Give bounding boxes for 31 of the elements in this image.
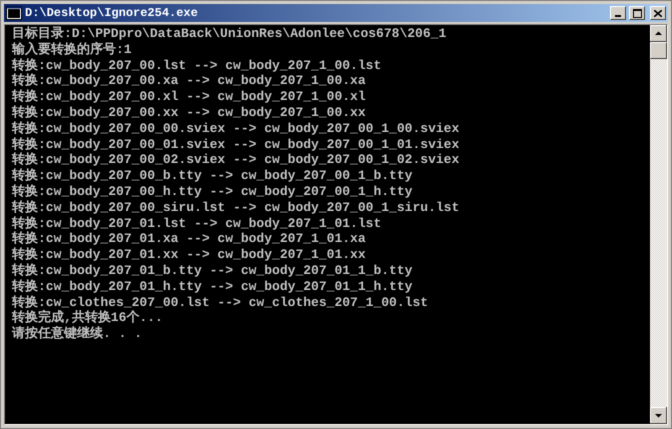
maximize-icon: [632, 8, 642, 18]
console-line: 转换:cw_body_207_01.xx --> cw_body_207_1_01.xx: [12, 247, 367, 263]
minimize-button[interactable]: [610, 6, 626, 20]
console-line: 转换完成,共转换16个...: [12, 310, 164, 326]
scroll-up-icon[interactable]: [650, 25, 667, 42]
console-line: 转换:cw_body_207_00.xa --> cw_body_207_1_00.xa: [12, 73, 367, 89]
console-line: 转换:cw_body_207_00_00.sviex --> cw_body_207_00_1_00.sviex: [12, 120, 460, 137]
console-line: 转换:cw_body_207_00_b.tty --> cw_body_207_00_1_b.tty: [12, 168, 414, 184]
maximize-button[interactable]: [629, 6, 645, 20]
console-line: 转换:cw_body_207_01.lst --> cw_body_207_1_01.lst: [12, 216, 382, 231]
console-line: 转换:cw_body_207_00.lst --> cw_body_207_1_00.lst: [12, 58, 382, 73]
console-line: 转换:cw_body_207_00.xl --> cw_body_207_1_00.xl: [12, 89, 367, 105]
window-title: D:\Desktop\Ignore254.exe: [25, 6, 199, 20]
console-line: 转换:cw_body_207_00_h.tty --> cw_body_207_00_1_h.tty: [12, 184, 414, 200]
console-line: 目标目录:D:\PPDpro\DataBack\UnionRes\Adonlee\cos678\206_1: [12, 26, 448, 42]
close-icon: [654, 10, 662, 16]
console-line: 转换:cw_body_207_00_01.sviex --> cw_body_207_00_1_01.sviex: [12, 136, 460, 152]
console-app-icon: [6, 6, 22, 20]
console-line: 输入要转换的序号:1: [12, 42, 133, 58]
console-line: 转换:cw_clothes_207_00.lst --> cw_clothes_207_1_00.lst: [12, 294, 430, 310]
scroll-down-icon[interactable]: [650, 407, 667, 424]
console-line: 转换:cw_body_207_00_02.sviex --> cw_body_207_00_1_02.sviex: [12, 152, 460, 168]
scroll-thumb[interactable]: [650, 42, 667, 59]
console-line: 转换:cw_body_207_00_siru.lst --> cw_body_207_00_1_siru.lst: [12, 200, 460, 216]
console-line: 请按任意键继续. . .: [12, 326, 144, 342]
vertical-scrollbar[interactable]: [650, 25, 667, 424]
console-line: 转换:cw_body_207_01.xa --> cw_body_207_1_01.xa: [12, 231, 367, 247]
console-line: 转换:cw_body_207_00.xx --> cw_body_207_1_00.xx: [12, 104, 367, 121]
console-line: 转换:cw_body_207_01_h.tty --> cw_body_207_01_1_h.tty: [12, 278, 414, 295]
console-line: 转换:cw_body_207_01_b.tty --> cw_body_207_01_1_b.tty: [12, 262, 414, 279]
close-button[interactable]: [650, 6, 666, 20]
